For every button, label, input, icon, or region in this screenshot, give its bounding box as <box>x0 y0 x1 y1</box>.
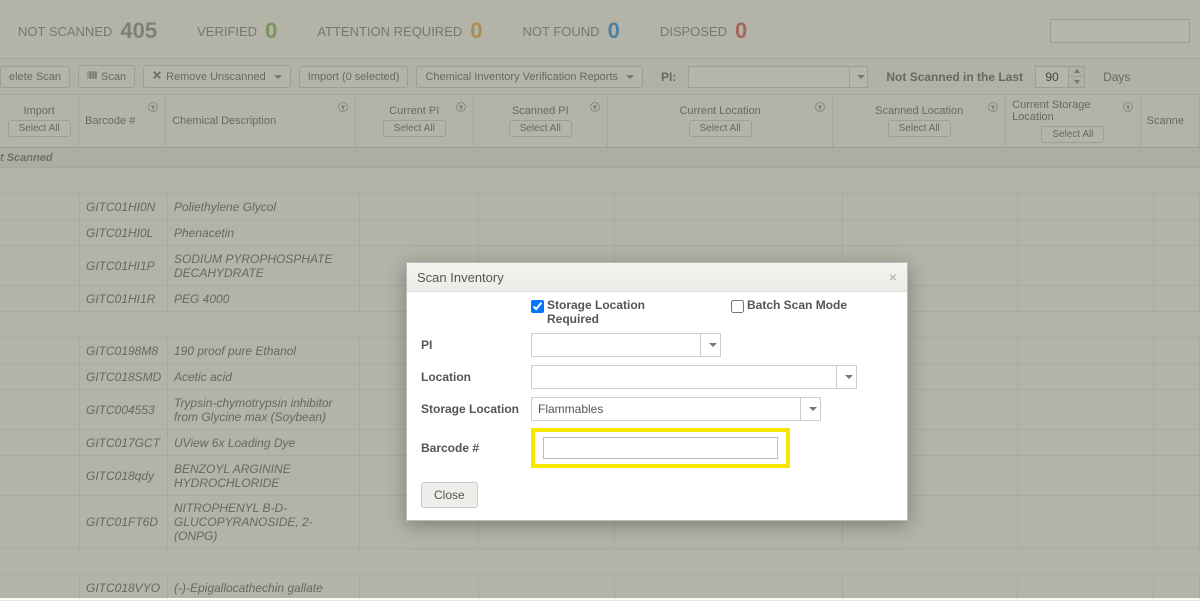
location-field-label: Location <box>421 370 531 384</box>
chevron-down-icon <box>809 407 817 411</box>
barcode-field-label: Barcode # <box>421 441 531 455</box>
modal-title: Scan Inventory <box>417 270 504 285</box>
pi-field-label: PI <box>421 338 531 352</box>
storage-required-checkbox[interactable]: Storage Location Required <box>531 298 691 326</box>
scan-inventory-modal: Scan Inventory × Storage Location Requir… <box>406 262 908 521</box>
close-icon[interactable]: × <box>889 269 897 285</box>
storage-field-label: Storage Location <box>421 402 531 416</box>
barcode-highlight <box>531 428 790 468</box>
close-button[interactable]: Close <box>421 482 478 508</box>
modal-body: Storage Location Required Batch Scan Mod… <box>407 292 907 520</box>
location-select[interactable] <box>531 365 857 389</box>
pi-select[interactable] <box>531 333 721 357</box>
checkbox-input[interactable] <box>531 300 544 313</box>
storage-location-select[interactable]: Flammables <box>531 397 821 421</box>
barcode-input[interactable] <box>543 437 778 459</box>
batch-scan-checkbox[interactable]: Batch Scan Mode <box>731 298 847 313</box>
checkbox-input[interactable] <box>731 300 744 313</box>
modal-header: Scan Inventory × <box>407 263 907 292</box>
chevron-down-icon <box>709 343 717 347</box>
chevron-down-icon <box>845 375 853 379</box>
